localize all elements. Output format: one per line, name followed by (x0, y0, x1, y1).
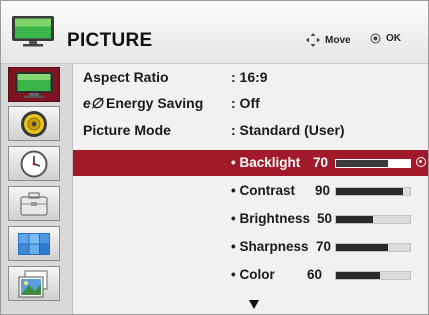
ok-button-icon (370, 33, 381, 44)
adjust-label: • Backlight (231, 155, 301, 170)
adjust-value: 60 (307, 267, 323, 282)
sidebar-item-option[interactable] (8, 186, 60, 221)
sidebar-item-time[interactable] (8, 146, 60, 181)
setting-label: Aspect Ratio (83, 69, 169, 85)
sidebar-item-picture[interactable] (8, 67, 60, 102)
toolbox-icon (20, 191, 48, 216)
level-fill (336, 160, 388, 167)
level-bar[interactable] (335, 271, 411, 280)
setting-energy-saving[interactable]: e∅ Energy Saving : Off (73, 92, 428, 116)
setting-label-wrap: e∅ Energy Saving (83, 95, 203, 112)
move-arrows-icon (306, 33, 320, 47)
setting-label: Picture Mode (83, 122, 171, 138)
speaker-icon (21, 110, 47, 137)
sidebar-item-screen[interactable] (8, 226, 60, 261)
move-hint: Move (306, 33, 351, 47)
level-bar[interactable] (335, 187, 411, 196)
adjust-label: • Sharpness (231, 239, 309, 254)
category-sidebar (1, 64, 73, 314)
level-bar[interactable] (335, 243, 411, 252)
setting-value: : 16:9 (231, 69, 268, 85)
move-label: Move (325, 34, 351, 46)
adjust-color[interactable]: • Color 60 (73, 262, 428, 288)
setting-value: : Standard (User) (231, 122, 345, 138)
sidebar-item-audio[interactable] (8, 106, 60, 141)
picture-tv-icon (12, 16, 54, 47)
photo-media-icon (18, 270, 48, 297)
adjust-backlight[interactable]: • Backlight 70 (73, 150, 428, 176)
setting-label: Energy Saving (105, 95, 204, 111)
setting-picture-mode[interactable]: Picture Mode : Standard (User) (73, 119, 428, 143)
adjust-value: 50 (317, 211, 333, 226)
adjust-value: 70 (313, 155, 329, 170)
page-title: PICTURE (67, 30, 153, 51)
level-fill (336, 216, 373, 223)
adjust-label: • Brightness (231, 211, 310, 226)
setting-aspect-ratio[interactable]: Aspect Ratio : 16:9 (73, 66, 428, 90)
menu-header: PICTURE Move OK (1, 1, 428, 64)
settings-panel: Aspect Ratio : 16:9 e∅ Energy Saving : Of… (73, 64, 428, 314)
adjust-value: 70 (316, 239, 332, 254)
clock-icon (20, 150, 48, 177)
picture-tv-icon (15, 71, 53, 98)
slider-knob-icon[interactable] (416, 157, 426, 167)
ok-hint: OK (370, 33, 401, 44)
adjust-brightness[interactable]: • Brightness 50 (73, 206, 428, 232)
ok-label: OK (386, 33, 401, 44)
adjust-label: • Contrast (231, 183, 295, 198)
screen-grid-icon (18, 232, 50, 255)
adjust-contrast[interactable]: • Contrast 90 (73, 178, 428, 204)
adjust-label: • Color (231, 267, 275, 282)
scroll-down-arrow-icon[interactable] (249, 300, 259, 309)
level-fill (336, 272, 381, 279)
sidebar-item-media[interactable] (8, 266, 60, 301)
osd-window: PICTURE Move OK Aspect Ratio: 16:9 e∅ E… (0, 0, 429, 315)
adjust-sharpness[interactable]: • Sharpness 70 (73, 234, 428, 260)
level-bar[interactable] (335, 215, 411, 224)
level-fill (336, 188, 403, 195)
setting-value: : Off (231, 95, 260, 111)
level-fill (336, 244, 388, 251)
adjust-value: 90 (315, 183, 331, 198)
energy-saving-icon: e∅ (83, 95, 103, 111)
level-bar[interactable] (335, 159, 411, 168)
